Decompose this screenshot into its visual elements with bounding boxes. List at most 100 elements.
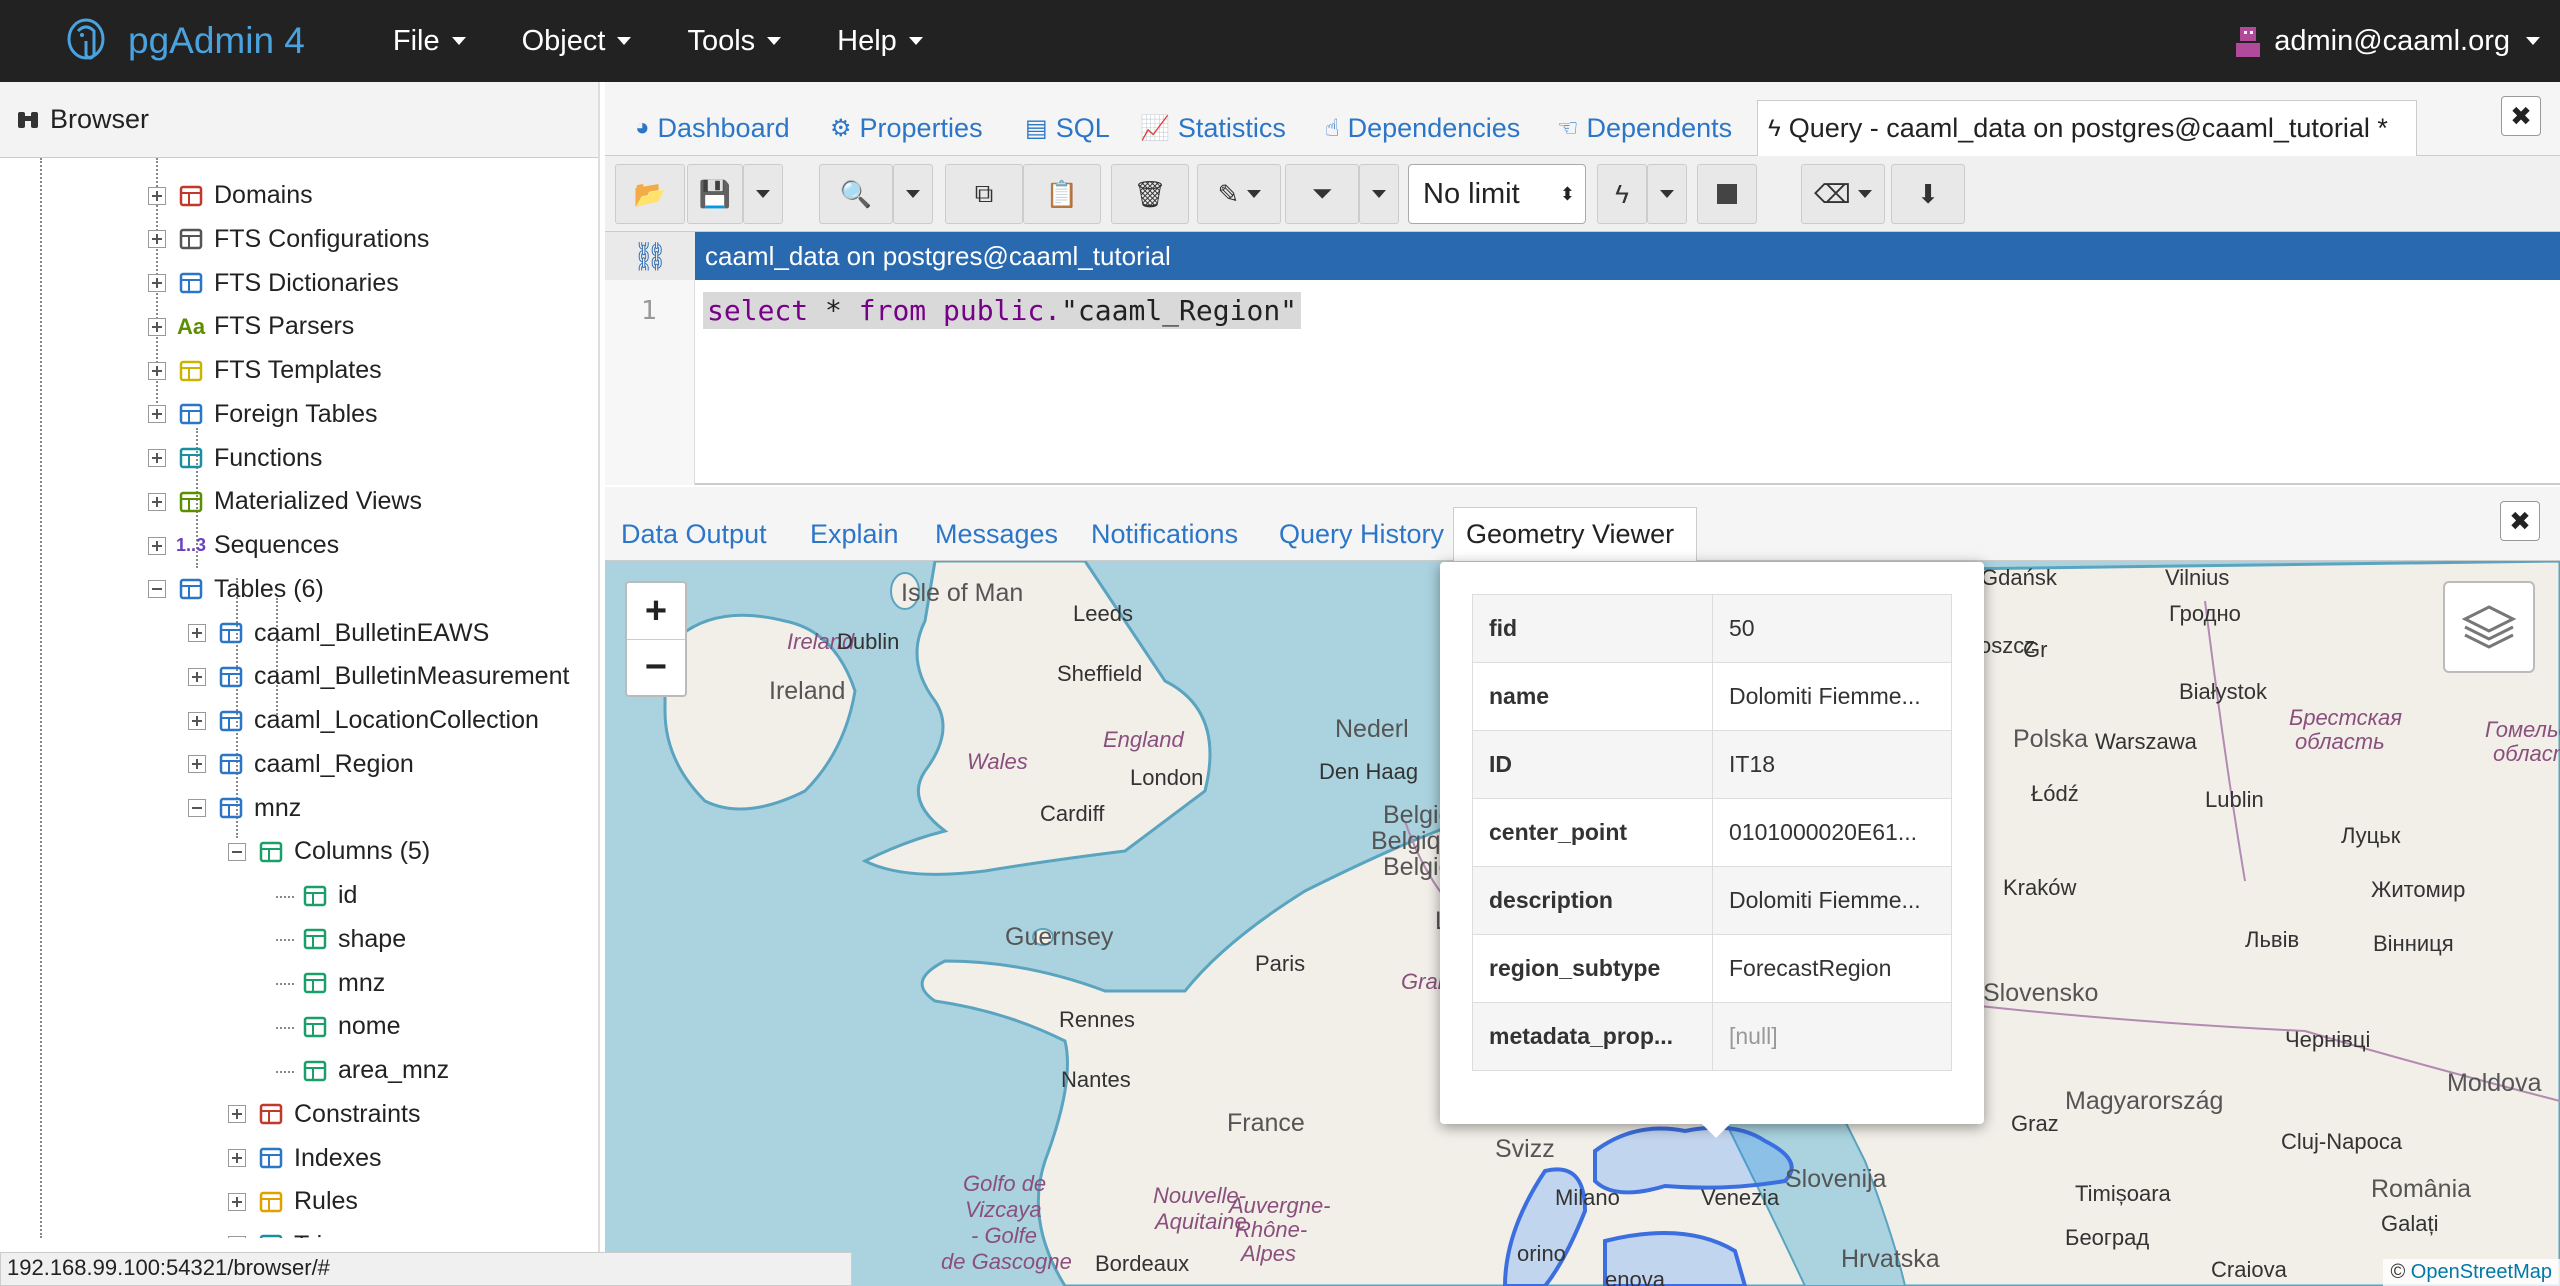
save-dropdown-button[interactable] [743, 164, 783, 224]
tab-dependents[interactable]: ☜ Dependents [1547, 100, 1742, 156]
menu-tools[interactable]: Tools [659, 25, 809, 58]
expand-icon[interactable] [228, 1149, 246, 1167]
attribute-key: ID [1472, 730, 1713, 799]
tree-node[interactable]: caaml_LocationCollection [188, 701, 539, 741]
attribute-value: Dolomiti Fiemme... [1712, 866, 1952, 935]
tree-node[interactable]: Tables (6) [148, 569, 324, 609]
delete-button[interactable]: 🗑 [1111, 164, 1189, 224]
execute-dropdown-button[interactable] [1647, 164, 1687, 224]
expand-icon[interactable] [228, 1105, 246, 1124]
brand[interactable]: pgAdmin 4 [60, 15, 305, 67]
expand-icon[interactable] [148, 536, 166, 555]
expand-icon[interactable] [188, 667, 206, 686]
tree-node[interactable]: Aa FTS Parsers [148, 307, 354, 347]
expand-icon[interactable] [148, 186, 166, 205]
tab-query-history[interactable]: Query History [1267, 507, 1456, 561]
tree-node[interactable]: nome [276, 1007, 401, 1047]
menu-file[interactable]: File [365, 25, 494, 58]
tab-properties[interactable]: ⚙ Properties [820, 100, 993, 156]
expand-icon[interactable] [148, 274, 166, 293]
collapse-icon[interactable] [188, 799, 206, 818]
tree-node[interactable]: Functions [148, 438, 322, 478]
tree-node[interactable]: mnz [276, 963, 385, 1003]
tab-query[interactable]: ϟ Query - caaml_data on postgres@caaml_tu… [1757, 100, 2417, 156]
tree-node[interactable]: Constraints [228, 1094, 420, 1134]
tree-node[interactable]: area_mnz [276, 1051, 449, 1091]
tree-node[interactable]: 1..3 Sequences [148, 526, 339, 566]
collapse-icon[interactable] [228, 842, 246, 861]
menu-object[interactable]: Object [494, 25, 660, 58]
filter-dropdown-button[interactable] [1359, 164, 1399, 224]
open-file-button[interactable]: 📂 [615, 164, 685, 224]
expand-icon[interactable] [148, 317, 166, 336]
menu-help[interactable]: Help [809, 25, 951, 58]
tab-notifications[interactable]: Notifications [1079, 507, 1250, 561]
map-place-label: Slovenija [1785, 1165, 1887, 1193]
openstreetmap-link[interactable]: OpenStreetMap [2411, 1261, 2552, 1283]
layers-button[interactable] [2443, 581, 2535, 673]
user-menu[interactable]: admin@caaml.org [2232, 0, 2540, 82]
expand-icon[interactable] [148, 405, 166, 424]
expand-icon[interactable] [188, 624, 206, 643]
expand-icon[interactable] [228, 1192, 246, 1211]
save-button[interactable]: 💾 [687, 164, 743, 224]
tab-explain[interactable]: Explain [798, 507, 911, 561]
copy-button[interactable]: ⧉ [945, 164, 1023, 224]
find-button[interactable]: 🔍 [819, 164, 893, 224]
tab-dependencies[interactable]: ☝ Dependencies [1315, 100, 1530, 156]
paste-button[interactable]: 📋 [1023, 164, 1101, 224]
tree-node[interactable]: Rules [228, 1182, 358, 1222]
map-place-label: Hrvatska [1841, 1245, 1940, 1273]
expand-icon[interactable] [228, 1236, 246, 1238]
tab-sql[interactable]: ▤ SQL [1015, 100, 1120, 156]
stop-button[interactable] [1697, 164, 1757, 224]
tree-node[interactable]: Foreign Tables [148, 394, 378, 434]
edit-button[interactable]: ✎ [1197, 164, 1281, 224]
tree-node[interactable]: caaml_BulletinMeasurement [188, 657, 569, 697]
tree-node[interactable]: caaml_Region [188, 744, 414, 784]
tab-data-output[interactable]: Data Output [609, 507, 779, 561]
tab-statistics[interactable]: 📈 Statistics [1130, 100, 1296, 156]
tree-node[interactable]: Materialized Views [148, 482, 422, 522]
clear-button[interactable]: ⌫ [1801, 164, 1885, 224]
tree-node[interactable]: FTS Dictionaries [148, 263, 399, 303]
sql-editor[interactable]: 1 select * from public."caaml_Region" [605, 280, 2560, 485]
tree-node[interactable]: mnz [188, 788, 301, 828]
tree-node[interactable]: Triggers [228, 1225, 385, 1238]
map-place-label: London [1130, 765, 1204, 790]
filter-button[interactable]: ⏷ [1285, 164, 1359, 224]
limit-select[interactable]: No limit ⬍ [1408, 164, 1586, 224]
download-button[interactable]: ⬇ [1891, 164, 1965, 224]
execute-button[interactable]: ϟ [1597, 164, 1647, 224]
link-icon[interactable]: ⛓ [605, 232, 695, 280]
expand-icon[interactable] [148, 361, 166, 380]
collapse-icon[interactable] [148, 580, 166, 599]
tree-node[interactable]: FTS Templates [148, 351, 382, 391]
zoom-in-button[interactable]: + [627, 583, 685, 639]
tree-guide-line [276, 1070, 294, 1073]
sql-code[interactable]: select * from public."caaml_Region" [703, 292, 1302, 329]
query-toolbar: 📂 💾 🔍 ⧉ 📋 🗑 ✎ ⏷ No limit ⬍ ϟ ⌫ ⬇ [605, 156, 2560, 232]
zoom-out-button[interactable]: − [627, 639, 685, 695]
expand-icon[interactable] [188, 711, 206, 730]
expand-icon[interactable] [188, 755, 206, 774]
tree-node[interactable]: id [276, 876, 357, 916]
find-dropdown-button[interactable] [893, 164, 933, 224]
tree-node[interactable]: caaml_BulletinEAWS [188, 613, 489, 653]
tree-node[interactable]: Columns (5) [228, 832, 430, 872]
expand-icon[interactable] [148, 449, 166, 468]
tab-dashboard[interactable]: ◕ Dashboard [625, 100, 800, 156]
close-tab-button[interactable]: ✖ [2501, 96, 2541, 136]
expand-icon[interactable] [148, 492, 166, 511]
map-place-label: Bordeaux [1095, 1251, 1190, 1276]
table-icon [216, 793, 246, 823]
close-panel-button[interactable]: ✖ [2500, 501, 2540, 541]
tab-messages[interactable]: Messages [923, 507, 1070, 561]
tree-node[interactable]: Domains [148, 176, 313, 216]
tree-node[interactable]: shape [276, 919, 406, 959]
line-number: 1 [641, 296, 657, 326]
tree-node[interactable]: FTS Configurations [148, 219, 429, 259]
tree-node[interactable]: Indexes [228, 1138, 382, 1178]
tab-geometry-viewer[interactable]: Geometry Viewer [1453, 507, 1697, 561]
expand-icon[interactable] [148, 230, 166, 249]
